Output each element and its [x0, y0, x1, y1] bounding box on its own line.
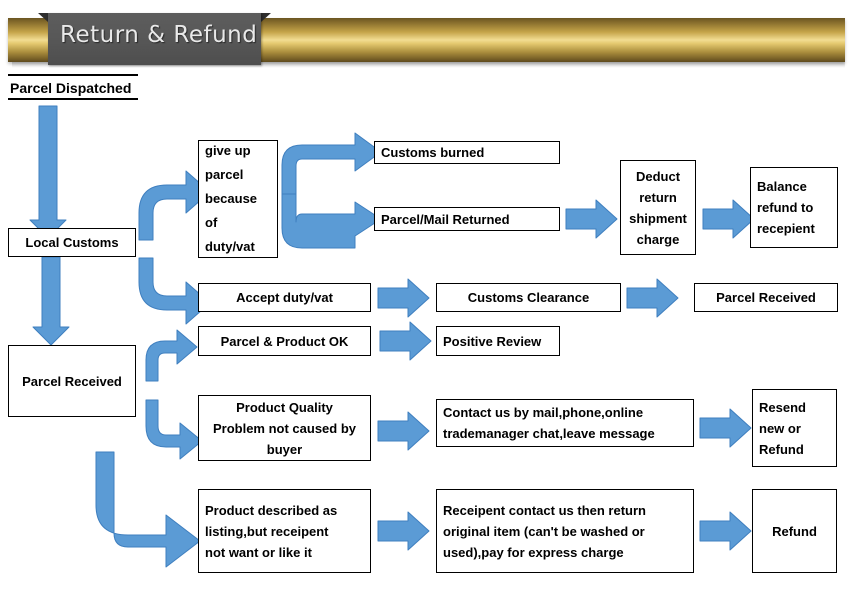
node-quality-problem[interactable]: Product Quality Problem not caused by bu…	[198, 395, 371, 461]
flowchart-canvas: Return & Refund Parcel Dispatched Local …	[0, 0, 849, 590]
arrow-giveup-fork-down	[281, 193, 382, 249]
arrow-listing-to-return	[377, 511, 430, 551]
node-label-line: parcel	[205, 167, 244, 182]
node-label-line: Problem not caused by	[212, 420, 357, 436]
node-parcel-received-left[interactable]: Parcel Received	[8, 345, 136, 417]
node-positive-review[interactable]: Positive Review	[436, 326, 560, 356]
node-label-line: original item (can't be washed or	[443, 523, 645, 539]
node-label: Parcel Dispatched	[10, 80, 132, 96]
arrow-return-to-refund	[699, 511, 752, 551]
node-label: Customs burned	[381, 145, 485, 160]
arrow-deduct-to-balance	[702, 199, 755, 239]
page-title: Return & Refund	[60, 22, 258, 48]
node-label: Customs Clearance	[467, 290, 590, 305]
arrow-accept-to-clearance	[377, 278, 430, 318]
node-label-line: of	[205, 215, 218, 230]
ribbon-notch-left	[38, 13, 48, 22]
node-label: Parcel/Mail Returned	[381, 211, 510, 227]
arrow-received-to-productok	[145, 329, 198, 382]
node-balance-refund[interactable]: Balance refund to recepient	[750, 167, 838, 248]
node-label: Parcel & Product OK	[220, 333, 349, 349]
node-label: Parcel Received	[716, 290, 816, 305]
node-parcel-product-ok[interactable]: Parcel & Product OK	[198, 326, 371, 356]
node-label-line: Contact us by mail,phone,online	[443, 405, 644, 420]
node-label: Positive Review	[443, 333, 542, 349]
node-label: Refund	[772, 523, 817, 539]
arrow-giveup-fork-up	[281, 132, 382, 196]
node-label-line: refund to	[757, 200, 814, 215]
node-give-up-parcel[interactable]: give up parcel because of duty/vat	[198, 140, 278, 258]
node-customs-clearance[interactable]: Customs Clearance	[436, 283, 621, 312]
node-label-line: give up	[205, 143, 251, 158]
node-label-line: duty/vat	[205, 239, 255, 254]
arrow-productok-to-review	[379, 321, 432, 361]
node-parcel-received-right[interactable]: Parcel Received	[694, 283, 838, 312]
node-label: Local Customs	[25, 235, 119, 250]
node-parcel-mail-returned[interactable]: Parcel/Mail Returned	[374, 207, 560, 231]
arrow-contact-to-resend	[699, 408, 752, 448]
node-customs-burned[interactable]: Customs burned	[374, 141, 560, 164]
arrow-customs-to-received	[32, 256, 70, 346]
node-return-original[interactable]: Receipent contact us then return origina…	[436, 489, 694, 573]
node-label-line: used),pay for express charge	[443, 544, 624, 560]
ribbon-notch-right	[261, 13, 271, 22]
node-label-line: charge	[636, 231, 680, 247]
node-accept-duty[interactable]: Accept duty/vat	[198, 283, 371, 312]
arrow-quality-to-contact	[377, 411, 430, 451]
arrow-returned-to-deduct	[565, 199, 618, 239]
node-parcel-dispatched[interactable]: Parcel Dispatched	[8, 74, 138, 100]
arrow-received-to-quality	[145, 399, 203, 460]
node-label-line: Receipent contact us then return	[443, 502, 646, 518]
node-label: Accept duty/vat	[236, 290, 333, 305]
node-local-customs[interactable]: Local Customs	[8, 228, 136, 257]
node-label-line: buyer	[266, 441, 303, 457]
arrow-clearance-to-received	[626, 278, 679, 318]
node-label-line: shipment	[629, 210, 687, 226]
node-label-line: listing,but receipent	[205, 523, 329, 539]
arrow-received-to-listing	[95, 451, 201, 568]
node-label-line: not want or like it	[205, 544, 312, 560]
node-label-line: recepient	[757, 221, 815, 236]
node-contact-us[interactable]: Contact us by mail,phone,online trademan…	[436, 399, 694, 447]
node-label-line: because	[205, 191, 258, 206]
node-label-line: new or	[759, 420, 801, 436]
node-resend-refund[interactable]: Resend new or Refund	[752, 389, 837, 467]
node-refund[interactable]: Refund	[752, 489, 837, 573]
node-described-as-listing[interactable]: Product described as listing,but receipe…	[198, 489, 371, 573]
node-label-line: Balance	[757, 179, 807, 194]
node-label: Parcel Received	[22, 373, 122, 389]
arrow-dispatched-to-customs	[29, 105, 67, 239]
node-label-line: Refund	[759, 441, 804, 457]
node-deduct-charge[interactable]: Deduct return shipment charge	[620, 160, 696, 255]
node-label-line: Deduct	[635, 168, 681, 184]
node-label-line: Product Quality	[236, 399, 333, 415]
node-label-line: Resend	[759, 399, 806, 415]
node-label-line: trademanager chat,leave message	[443, 426, 655, 441]
node-label-line: return	[639, 189, 677, 205]
node-label-line: Product described as	[205, 502, 338, 518]
